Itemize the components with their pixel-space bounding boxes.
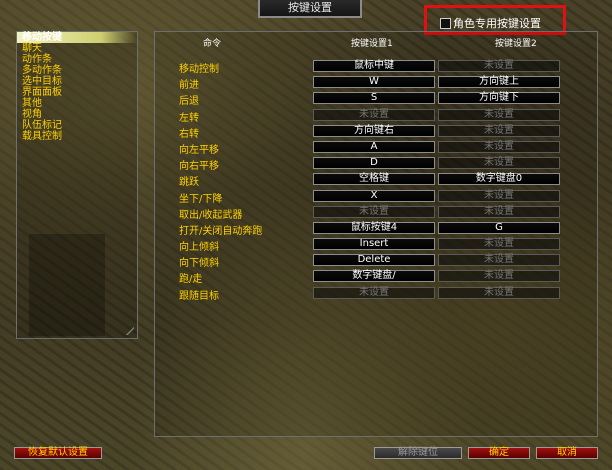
bindings-panel: 命令 按键设置1 按键设置2 移动控制 鼠标中键 未设置 前进 W 方向键上 后退 S 方向键下…	[154, 31, 598, 437]
binding1-button[interactable]: 数字键盘/	[313, 270, 435, 283]
table-row: 向下倾斜 Delete 未设置	[155, 253, 597, 269]
table-header: 命令 按键设置1 按键设置2	[155, 36, 597, 49]
sidebar-item[interactable]: 其他	[17, 98, 137, 109]
command-label: 向左平移	[179, 144, 219, 156]
header-binding1: 按键设置1	[351, 39, 393, 49]
binding2-button[interactable]: G	[438, 221, 560, 234]
table-row: 前进 W 方向键上	[155, 75, 597, 91]
cancel-button[interactable]: 取消	[536, 447, 598, 459]
table-row: 后退 S 方向键下	[155, 91, 597, 107]
binding1-button[interactable]: X	[313, 189, 435, 202]
character-specific-toggle[interactable]: 角色专用按键设置	[440, 15, 541, 31]
sidebar-item[interactable]: 动作条	[17, 54, 137, 65]
header-binding2: 按键设置2	[495, 39, 537, 49]
binding2-button[interactable]: 未设置	[438, 270, 560, 283]
binding1-button[interactable]: 未设置	[313, 286, 435, 299]
window-title: 按键设置	[258, 0, 362, 18]
binding1-button[interactable]: 鼠标按键4	[313, 221, 435, 234]
sidebar-item[interactable]: 队伍标记	[17, 120, 137, 131]
command-label: 跳跃	[179, 177, 199, 189]
reset-defaults-button[interactable]: 恢复默认设置	[14, 447, 102, 459]
category-list-inset	[29, 234, 105, 336]
binding1-button[interactable]: 鼠标中键	[313, 60, 435, 72]
binding1-button[interactable]: 空格键	[313, 173, 435, 186]
category-list: 移动按键 聊天 动作条 多动作条 选中目标 界面面板 其他 视角 队伍标记 载具控制	[16, 31, 138, 339]
command-label: 向上倾斜	[179, 242, 219, 254]
command-label: 取出/收起武器	[179, 209, 243, 221]
table-row: 跟随目标 未设置 未设置	[155, 286, 597, 302]
command-label: 移动控制	[179, 64, 219, 75]
command-label: 前进	[179, 80, 199, 92]
table-row: 坐下/下降 X 未设置	[155, 189, 597, 205]
binding1-button[interactable]: Insert	[313, 238, 435, 251]
binding1-button[interactable]: 方向键右	[313, 124, 435, 137]
binding2-button[interactable]: 未设置	[438, 238, 560, 251]
binding2-button[interactable]: 数字键盘0	[438, 173, 560, 186]
header-command: 命令	[203, 39, 222, 49]
command-label: 后退	[179, 96, 199, 108]
binding1-button[interactable]: 未设置	[313, 108, 435, 121]
sidebar-item[interactable]: 视角	[17, 109, 137, 120]
command-label: 跟随目标	[179, 290, 219, 302]
table-row: 向左平移 A 未设置	[155, 140, 597, 156]
sidebar-item[interactable]: 载具控制	[17, 131, 137, 142]
table-row: 跑/走 数字键盘/未设置	[155, 269, 597, 285]
character-specific-label: 角色专用按键设置	[453, 17, 541, 30]
table-row: 取出/收起武器 未设置 未设置	[155, 205, 597, 221]
sidebar-item[interactable]: 移动按键	[17, 32, 137, 43]
binding2-button[interactable]: 未设置	[438, 189, 560, 202]
table-row: 打开/关闭自动奔跑 鼠标按键4 G	[155, 221, 597, 237]
ok-button[interactable]: 确定	[468, 447, 530, 459]
binding2-button[interactable]: 未设置	[438, 60, 560, 72]
table-row: 向右平移 D 未设置	[155, 156, 597, 172]
command-label: 打开/关闭自动奔跑	[179, 225, 263, 237]
binding2-button[interactable]: 未设置	[438, 157, 560, 170]
binding2-button[interactable]: 未设置	[438, 124, 560, 137]
command-label: 向下倾斜	[179, 258, 219, 270]
binding2-button[interactable]: 方向键下	[438, 92, 560, 105]
binding2-button[interactable]: 方向键上	[438, 76, 560, 89]
binding1-button[interactable]: S	[313, 92, 435, 105]
binding1-button[interactable]: D	[313, 157, 435, 170]
command-label: 右转	[179, 128, 199, 140]
binding1-button[interactable]: W	[313, 76, 435, 89]
sidebar-item[interactable]: 选中目标	[17, 76, 137, 87]
binding2-button[interactable]: 未设置	[438, 108, 560, 121]
binding1-button[interactable]: Delete	[313, 254, 435, 267]
binding2-button[interactable]: 未设置	[438, 254, 560, 267]
bindings-table: 移动控制 鼠标中键 未设置 前进 W 方向键上 后退 S 方向键下 左转 未设置 未设置 右转 方向键右未…	[155, 59, 597, 302]
binding2-button[interactable]: 未设置	[438, 140, 560, 153]
table-row: 左转 未设置 未设置	[155, 108, 597, 124]
command-label: 坐下/下降	[179, 193, 223, 205]
resize-grip-icon[interactable]	[126, 327, 134, 335]
table-row: 跳跃 空格键 数字键盘0	[155, 172, 597, 188]
table-row: 右转 方向键右 未设置	[155, 124, 597, 140]
binding1-button[interactable]: A	[313, 140, 435, 153]
character-specific-checkbox[interactable]	[440, 17, 451, 29]
command-label: 向右平移	[179, 161, 219, 173]
table-row: 向上倾斜 Insert 未设置	[155, 237, 597, 253]
unbind-key-button[interactable]: 解除键位	[374, 447, 462, 459]
binding2-button[interactable]: 未设置	[438, 205, 560, 218]
sidebar-item[interactable]: 聊天	[17, 43, 137, 54]
table-row: 移动控制 鼠标中键 未设置	[155, 59, 597, 75]
sidebar-item[interactable]: 多动作条	[17, 65, 137, 76]
command-label: 跑/走	[179, 274, 203, 286]
binding1-button[interactable]: 未设置	[313, 205, 435, 218]
sidebar-item[interactable]: 界面面板	[17, 87, 137, 98]
binding2-button[interactable]: 未设置	[438, 286, 560, 299]
command-label: 左转	[179, 112, 199, 124]
